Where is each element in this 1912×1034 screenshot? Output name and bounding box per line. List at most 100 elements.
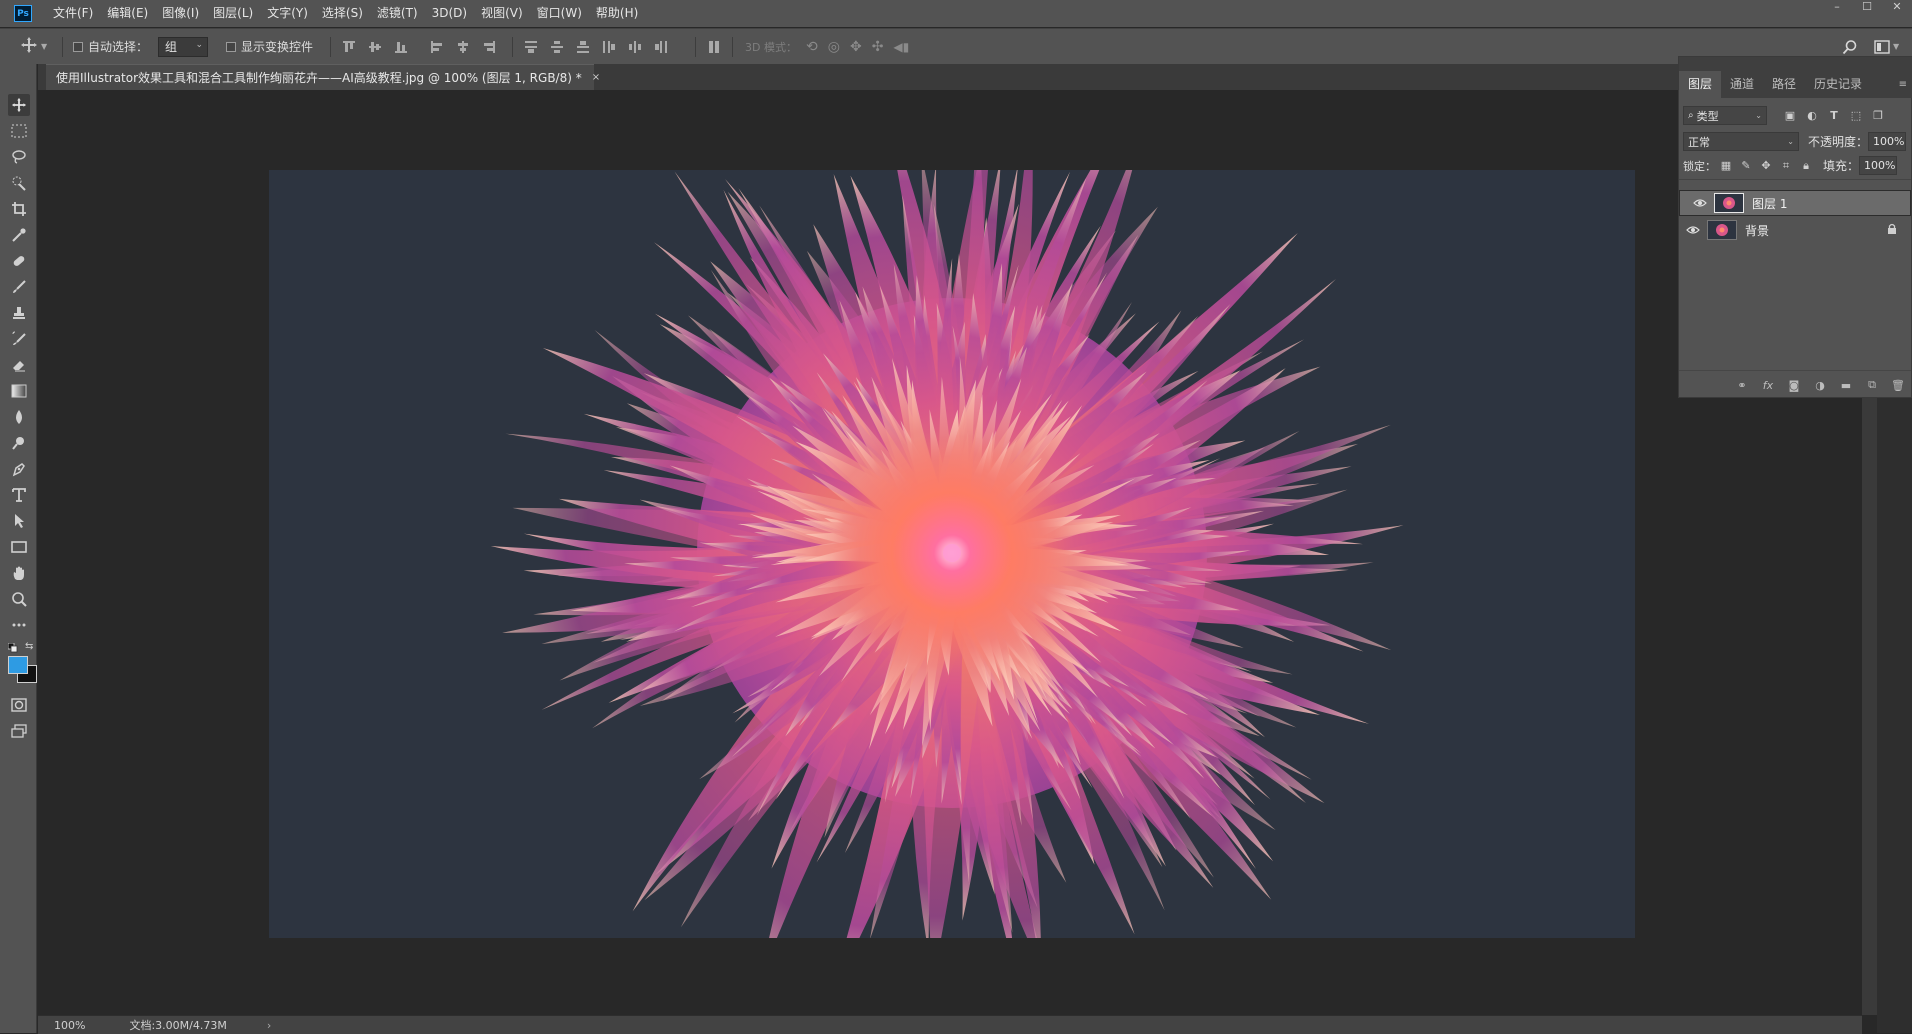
hand-tool[interactable] [8,562,30,584]
fx-icon[interactable]: fx [1761,378,1775,392]
minimize-button[interactable]: – [1822,0,1852,16]
history-brush-tool[interactable] [8,328,30,350]
distribute-hcenter-icon[interactable] [628,40,642,54]
shape-filter-icon[interactable]: ⬚ [1849,109,1863,123]
align-hcenter-icon[interactable] [456,40,470,54]
blur-tool[interactable] [8,406,30,428]
crop-tool[interactable] [8,198,30,220]
layer-name[interactable]: 背景 [1745,222,1769,239]
new-layer-icon[interactable]: ⧉ [1865,378,1879,392]
align-vcenter-icon[interactable] [368,40,382,54]
tab-channels[interactable]: 通道 [1721,71,1763,98]
lock-transparency-icon[interactable]: ▦ [1719,159,1733,173]
menu-image[interactable]: 图像(I) [155,0,206,27]
align-right-icon[interactable] [482,40,496,54]
distribute-right-icon[interactable] [654,40,668,54]
distribute-top-icon[interactable] [524,40,538,54]
menu-filter[interactable]: 滤镜(T) [370,0,425,27]
opacity-input[interactable]: 100% [1868,132,1907,151]
align-top-icon[interactable] [342,40,356,54]
menu-layer[interactable]: 图层(L) [206,0,260,27]
menu-edit[interactable]: 编辑(E) [100,0,155,27]
auto-align-layers[interactable] [707,29,721,64]
move-tool[interactable] [8,94,30,116]
auto-select-target-dropdown[interactable]: 组 ⌄ [158,36,208,57]
adjustment-filter-icon[interactable]: ◐ [1805,109,1819,123]
fill-input[interactable]: 100% [1859,156,1898,175]
quick-selection-tool[interactable] [8,172,30,194]
menu-file[interactable]: 文件(F) [46,0,100,27]
layer-row-layer1[interactable]: 图层 1 [1679,190,1911,216]
menu-select[interactable]: 选择(S) [315,0,370,27]
layer-name[interactable]: 图层 1 [1752,195,1787,212]
visibility-eye-icon[interactable] [1679,225,1707,235]
pen-tool[interactable] [8,458,30,480]
zoom-tool[interactable] [8,588,30,610]
gradient-tool[interactable] [8,380,30,402]
tab-history[interactable]: 历史记录 [1805,71,1871,98]
blend-mode-dropdown[interactable]: 正常 ⌄ [1683,132,1799,151]
lock-position-icon[interactable]: ✥ [1759,159,1773,173]
filter-kind-dropdown[interactable]: ⌕ 类型 ⌄ [1683,106,1767,125]
healing-brush-tool[interactable] [8,250,30,272]
delete-layer-icon[interactable]: 🗑︎ [1891,378,1905,392]
type-tool[interactable] [8,484,30,506]
menu-view[interactable]: 视图(V) [474,0,530,27]
eyedropper-tool[interactable] [8,224,30,246]
3d-drag-icon[interactable]: ✥ [850,39,862,55]
show-transform-checkbox[interactable]: 显示变换控件 [226,29,313,64]
status-menu-arrow[interactable]: › [267,1019,271,1032]
link-layers-icon[interactable]: ⚭ [1735,378,1749,392]
move-tool-preset[interactable]: ▼ [20,29,47,64]
quick-selection-icon [12,176,26,191]
layer-row-background[interactable]: 背景 [1679,217,1911,243]
visibility-eye-icon[interactable] [1686,198,1714,208]
swap-colors-icon[interactable]: ⇆ [25,641,33,652]
3d-scale-icon[interactable]: ◀▮ [893,40,909,54]
close-window-button[interactable]: ✕ [1882,0,1912,16]
path-selection-tool[interactable] [8,510,30,532]
lock-all-icon[interactable]: 🔒︎ [1799,159,1813,173]
smart-object-filter-icon[interactable]: ❐ [1871,109,1885,123]
adjustment-layer-icon[interactable]: ◑ [1813,378,1827,392]
lasso-tool[interactable] [8,146,30,168]
auto-select-checkbox[interactable]: 自动选择： [73,29,148,64]
type-filter-icon[interactable]: T [1827,109,1841,123]
menu-3d[interactable]: 3D(D) [425,0,474,27]
close-tab-button[interactable]: × [592,72,600,83]
lock-pixels-icon[interactable]: ✎ [1739,159,1753,173]
lock-artboard-icon[interactable]: ⌗ [1779,159,1793,173]
marquee-tool[interactable] [8,120,30,142]
default-colors-icon[interactable] [7,642,18,656]
3d-rotate-icon[interactable]: ⟲ [806,39,818,55]
brush-tool[interactable] [8,276,30,298]
clone-stamp-tool[interactable] [8,302,30,324]
align-bottom-icon[interactable] [394,40,408,54]
document-canvas[interactable] [269,170,1635,938]
align-left-icon[interactable] [430,40,444,54]
tab-paths[interactable]: 路径 [1763,71,1805,98]
quick-mask-button[interactable] [8,694,30,716]
3d-roll-icon[interactable]: ◎ [828,39,840,55]
tab-layers[interactable]: 图层 [1679,71,1722,98]
distribute-vcenter-icon[interactable] [550,40,564,54]
foreground-color-swatch[interactable] [8,656,28,674]
distribute-bottom-icon[interactable] [576,40,590,54]
more-tools[interactable] [8,614,30,636]
image-filter-icon[interactable]: ▣ [1783,109,1797,123]
dodge-tool[interactable] [8,432,30,454]
distribute-left-icon[interactable] [602,40,616,54]
menu-help[interactable]: 帮助(H) [589,0,645,27]
maximize-button[interactable]: ☐ [1852,0,1882,16]
menu-type[interactable]: 文字(Y) [260,0,315,27]
zoom-level[interactable]: 100% [54,1019,85,1032]
panel-menu-icon[interactable]: ≡ [1899,71,1907,98]
screen-mode-button[interactable] [8,720,30,742]
3d-slide-icon[interactable]: ✣ [872,39,884,55]
menu-window[interactable]: 窗口(W) [530,0,589,27]
rectangle-tool[interactable] [8,536,30,558]
new-group-icon[interactable]: ▬ [1839,378,1853,392]
add-mask-icon[interactable]: ◙ [1787,378,1801,392]
document-tab[interactable]: 使用Illustrator效果工具和混合工具制作绚丽花卉——AI高级教程.jpg… [46,64,600,90]
eraser-tool[interactable] [8,354,30,376]
